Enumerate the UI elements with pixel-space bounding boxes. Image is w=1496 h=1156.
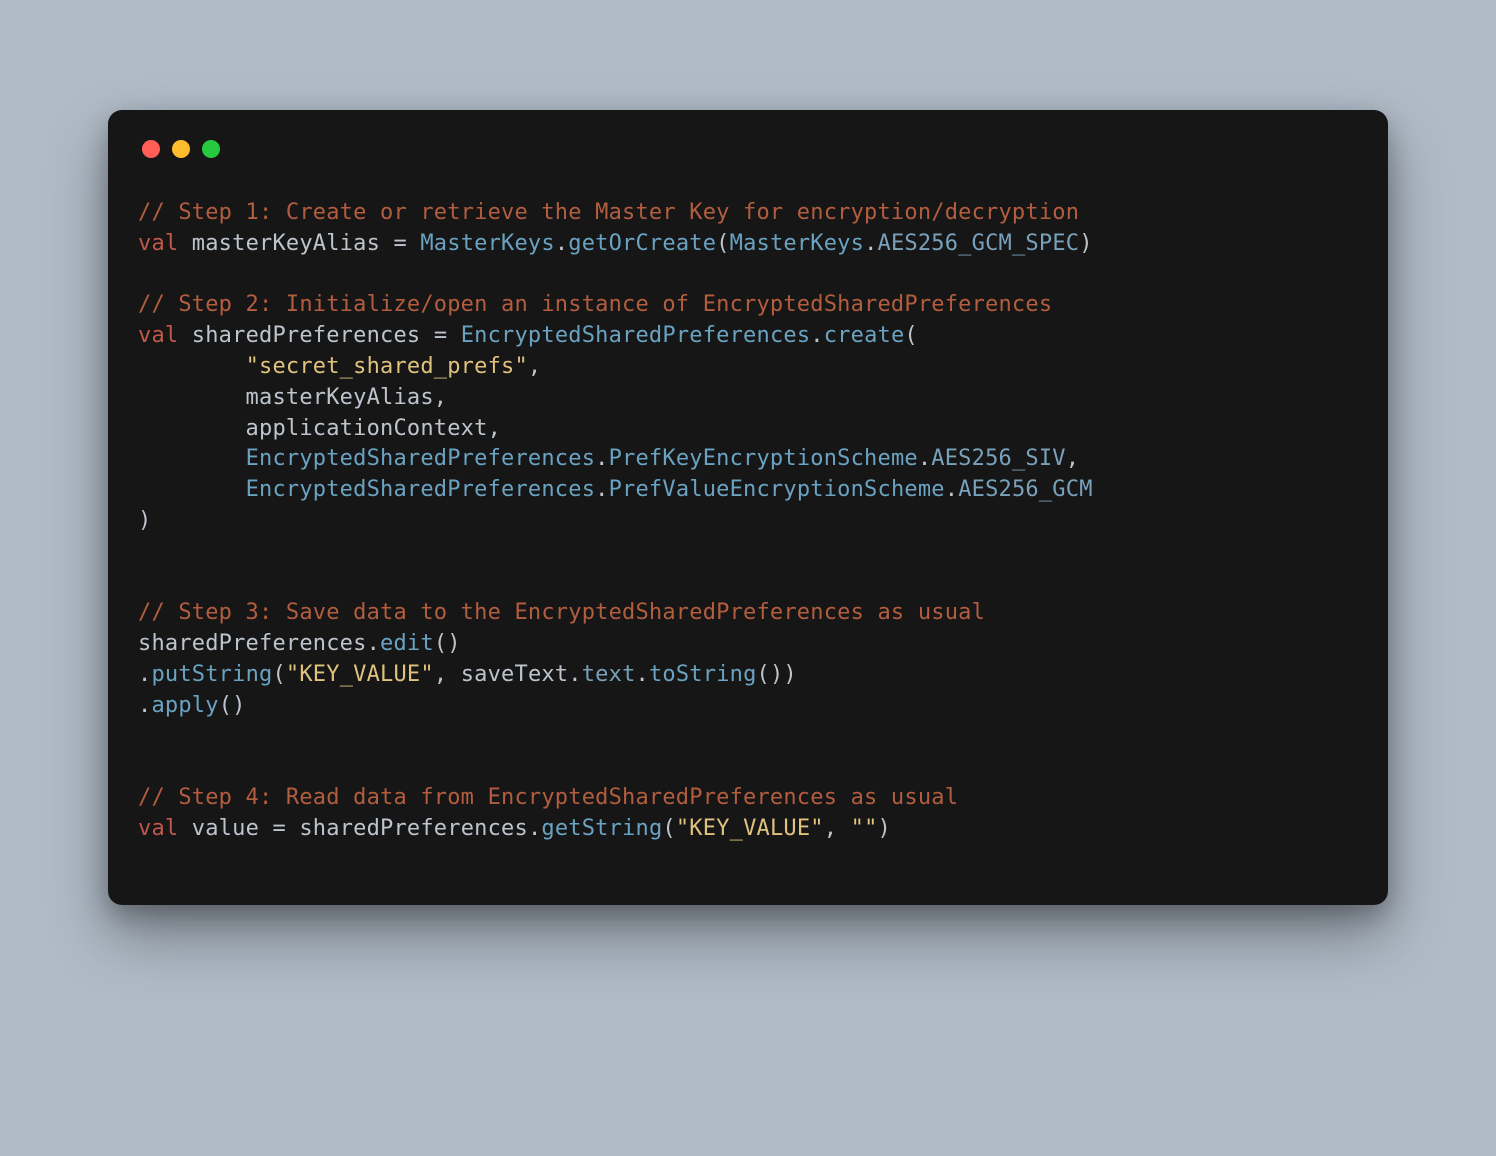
token-type: EncryptedSharedPreferences xyxy=(246,446,596,471)
token-punct: . xyxy=(367,631,380,656)
code-line: .putString("KEY_VALUE", saveText.text.to… xyxy=(138,660,1358,691)
token-keyword: val xyxy=(138,816,178,841)
token-punct: . xyxy=(138,662,151,687)
code-content: // Step 1: Create or retrieve the Master… xyxy=(138,198,1358,845)
code-line: // Step 2: Initialize/open an instance o… xyxy=(138,290,1358,321)
token-ident: masterKeyAlias xyxy=(178,231,393,256)
token-punct: . xyxy=(555,231,568,256)
token-punct: ( xyxy=(716,231,729,256)
code-line: EncryptedSharedPreferences.PrefValueEncr… xyxy=(138,475,1358,506)
token-type: PrefKeyEncryptionScheme xyxy=(609,446,918,471)
token-punct: . xyxy=(568,662,581,687)
token-comment: // Step 1: Create or retrieve the Master… xyxy=(138,200,1079,225)
token-ident: value xyxy=(178,816,272,841)
token-punct: . xyxy=(138,693,151,718)
token-punct: ( xyxy=(904,323,917,348)
code-line: sharedPreferences.edit() xyxy=(138,629,1358,660)
close-icon[interactable] xyxy=(142,140,160,158)
token-ident: sharedPreferences xyxy=(138,631,367,656)
code-line xyxy=(138,537,1358,568)
token-string: "" xyxy=(851,816,878,841)
token-punct: . xyxy=(528,816,541,841)
code-line: applicationContext, xyxy=(138,414,1358,445)
token-punct: ) xyxy=(1079,231,1092,256)
token-ident xyxy=(138,354,246,379)
code-line xyxy=(138,752,1358,783)
token-punct: , xyxy=(1066,446,1079,471)
token-ident: masterKeyAlias xyxy=(138,385,434,410)
token-punct: ( xyxy=(662,816,675,841)
code-line: EncryptedSharedPreferences.PrefKeyEncryp… xyxy=(138,444,1358,475)
token-punct: . xyxy=(595,446,608,471)
token-type: PrefValueEncryptionScheme xyxy=(609,477,945,502)
token-punct: . xyxy=(810,323,823,348)
token-string: "secret_shared_prefs" xyxy=(246,354,528,379)
token-method: create xyxy=(824,323,905,348)
token-method: edit xyxy=(380,631,434,656)
token-keyword: val xyxy=(138,231,178,256)
token-punct: . xyxy=(595,477,608,502)
code-line: // Step 3: Save data to the EncryptedSha… xyxy=(138,598,1358,629)
code-window: // Step 1: Create or retrieve the Master… xyxy=(108,110,1388,905)
code-line xyxy=(138,260,1358,291)
token-type: EncryptedSharedPreferences xyxy=(461,323,811,348)
maximize-icon[interactable] xyxy=(202,140,220,158)
token-punct: , xyxy=(824,816,851,841)
token-punct: , xyxy=(528,354,541,379)
token-punct: ( xyxy=(272,662,285,687)
code-line xyxy=(138,722,1358,753)
token-ident xyxy=(138,477,246,502)
code-line: .apply() xyxy=(138,691,1358,722)
token-comment: // Step 3: Save data to the EncryptedSha… xyxy=(138,600,985,625)
code-line: "secret_shared_prefs", xyxy=(138,352,1358,383)
token-string: "KEY_VALUE" xyxy=(676,816,824,841)
code-line: val value = sharedPreferences.getString(… xyxy=(138,814,1358,845)
token-punct: , xyxy=(434,385,447,410)
token-punct: . xyxy=(945,477,958,502)
code-line xyxy=(138,568,1358,599)
token-prop: text xyxy=(582,662,636,687)
token-method: toString xyxy=(649,662,757,687)
token-keyword: val xyxy=(138,323,178,348)
token-type: MasterKeys xyxy=(420,231,554,256)
token-ident: sharedPreferences xyxy=(178,323,433,348)
minimize-icon[interactable] xyxy=(172,140,190,158)
token-ident: sharedPreferences xyxy=(299,816,528,841)
token-method: putString xyxy=(151,662,272,687)
token-punct: . xyxy=(918,446,931,471)
token-punct: ()) xyxy=(757,662,797,687)
token-punct: () xyxy=(434,631,461,656)
token-punct: = xyxy=(272,816,299,841)
token-punct: ) xyxy=(138,508,151,533)
token-punct: () xyxy=(219,693,246,718)
token-const: AES256_GCM_SPEC xyxy=(878,231,1080,256)
token-punct: ) xyxy=(878,816,891,841)
token-method: getOrCreate xyxy=(568,231,716,256)
token-ident xyxy=(138,446,246,471)
token-method: getString xyxy=(541,816,662,841)
code-line: // Step 1: Create or retrieve the Master… xyxy=(138,198,1358,229)
code-line: val sharedPreferences = EncryptedSharedP… xyxy=(138,321,1358,352)
token-type: EncryptedSharedPreferences xyxy=(246,477,596,502)
code-line: // Step 4: Read data from EncryptedShare… xyxy=(138,783,1358,814)
code-line: ) xyxy=(138,506,1358,537)
token-const: AES256_SIV xyxy=(931,446,1065,471)
token-ident: saveText xyxy=(461,662,569,687)
token-string: "KEY_VALUE" xyxy=(286,662,434,687)
token-comment: // Step 4: Read data from EncryptedShare… xyxy=(138,785,958,810)
token-punct: , xyxy=(434,662,461,687)
token-punct: . xyxy=(864,231,877,256)
code-line: masterKeyAlias, xyxy=(138,383,1358,414)
token-punct: , xyxy=(488,416,501,441)
token-const: AES256_GCM xyxy=(958,477,1092,502)
token-method: apply xyxy=(151,693,218,718)
token-punct: = xyxy=(393,231,420,256)
token-comment: // Step 2: Initialize/open an instance o… xyxy=(138,292,1052,317)
token-punct: . xyxy=(636,662,649,687)
token-ident: applicationContext xyxy=(138,416,488,441)
window-controls xyxy=(142,140,1358,158)
token-punct: = xyxy=(434,323,461,348)
code-line: val masterKeyAlias = MasterKeys.getOrCre… xyxy=(138,229,1358,260)
token-type: MasterKeys xyxy=(730,231,864,256)
